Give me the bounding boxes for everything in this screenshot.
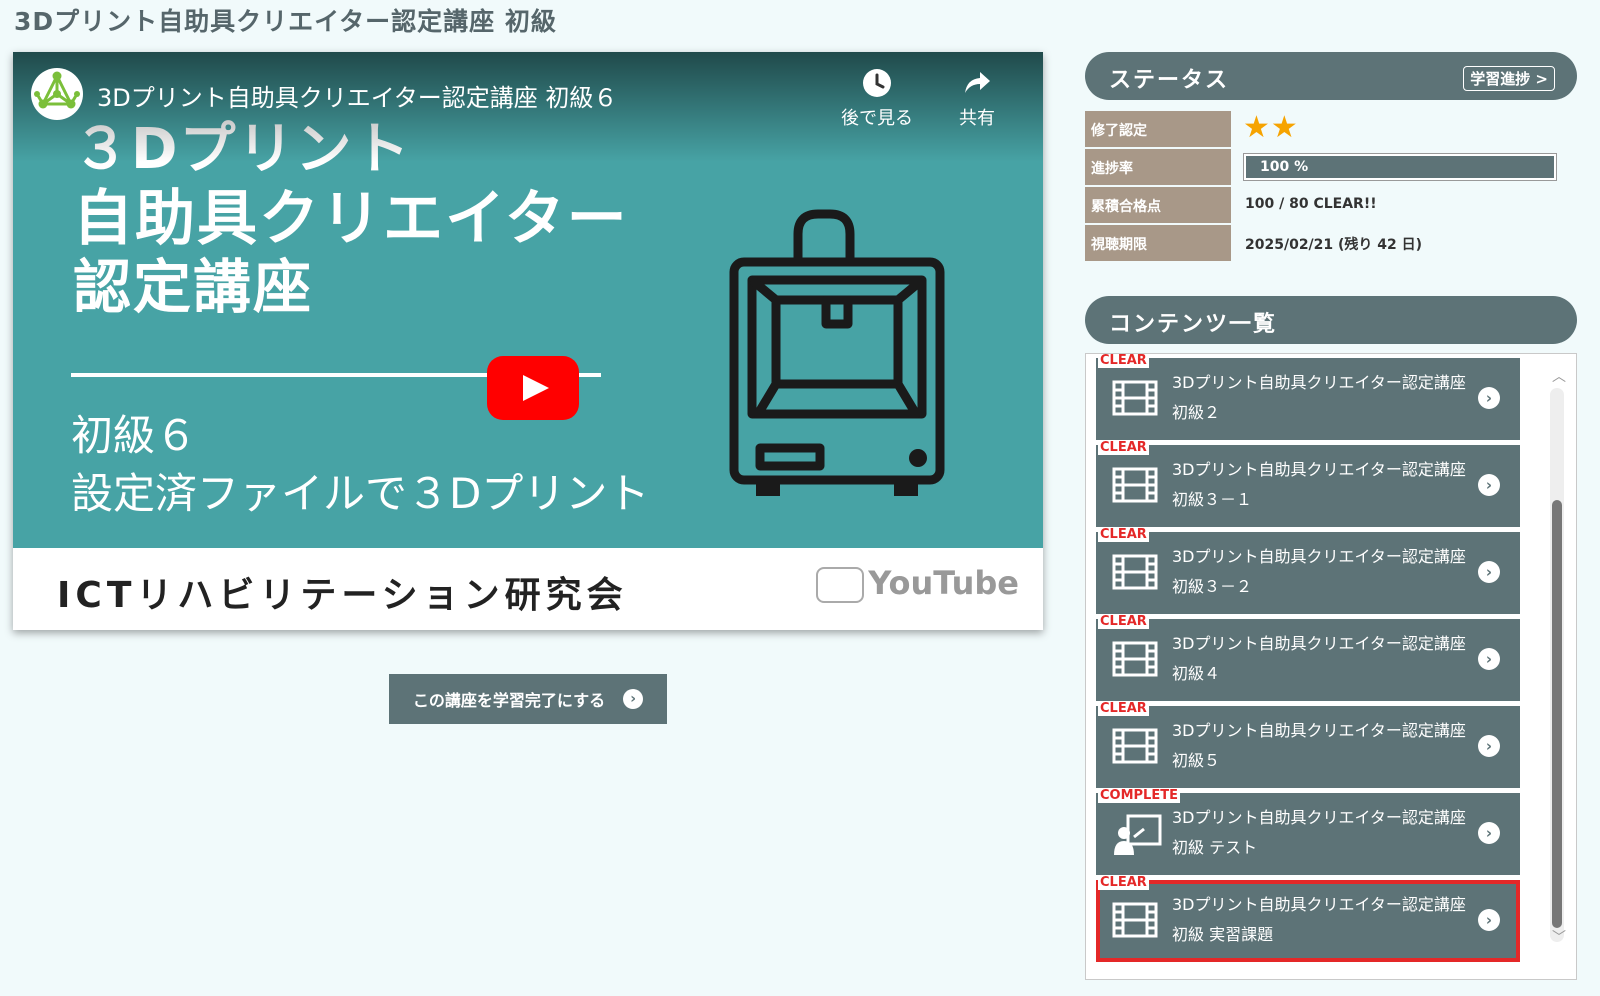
list-item-title: 3Dプリント自助具クリエイター認定講座 初級３－１ xyxy=(1172,460,1466,509)
clear-badge: CLEAR xyxy=(1098,875,1149,890)
video-title[interactable]: 3Dプリント自助具クリエイター認定講座 初級６ xyxy=(97,78,617,113)
clear-badge: CLEAR xyxy=(1098,440,1149,455)
printer-illustration xyxy=(729,209,945,496)
status-label: 進捗率 xyxy=(1085,149,1231,185)
mark-complete-label: この講座を学習完了にする xyxy=(412,691,606,710)
status-label: 視聴期限 xyxy=(1085,225,1231,261)
status-table: 修了認定 ★★ 進捗率 100 % 累積合格点 100 / 80 CLEAR!!… xyxy=(1085,111,1565,263)
list-item[interactable]: CLEAR 3Dプリント自助具クリエイター認定講座 初級５ › xyxy=(1096,702,1520,788)
film-icon xyxy=(1112,902,1158,938)
list-item[interactable]: CLEAR 3Dプリント自助具クリエイター認定講座 初級２ › xyxy=(1096,354,1520,440)
clear-badge: CLEAR xyxy=(1098,701,1149,716)
status-label: 累積合格点 xyxy=(1085,187,1231,223)
list-item-title: 3Dプリント自助具クリエイター認定講座 初級２ xyxy=(1172,373,1466,422)
contents-header: コンテンツ一覧 xyxy=(1085,296,1577,344)
video-player[interactable]: ３Dプリント 自助具クリエイター 認定講座 初級６ 設定済ファイルで３Dプリント xyxy=(13,52,1043,630)
status-row-certification: 修了認定 ★★ xyxy=(1085,111,1565,147)
status-value: 100 / 80 CLEAR!! xyxy=(1245,196,1377,212)
slide-sub-1: 初級６ xyxy=(71,411,198,460)
film-icon xyxy=(1112,467,1158,503)
youtube-watermark-text: YouTube xyxy=(868,564,1019,602)
progress-bar: 100 % xyxy=(1243,153,1557,181)
chevron-right-icon: › xyxy=(623,689,644,709)
status-row-score: 累積合格点 100 / 80 CLEAR!! xyxy=(1085,187,1565,223)
status-value: 2025/02/21 (残り 42 日) xyxy=(1245,237,1423,253)
watch-later-label: 後で見る xyxy=(841,108,913,129)
youtube-watermark[interactable]: YouTube xyxy=(816,564,1019,603)
clear-badge: CLEAR xyxy=(1098,527,1149,542)
scroll-down-icon[interactable]: ﹀ xyxy=(1552,927,1566,947)
film-icon xyxy=(1112,728,1158,764)
status-label: 修了認定 xyxy=(1085,111,1231,147)
star-rating-icon: ★★ xyxy=(1243,110,1299,145)
scroll-up-icon[interactable]: ︿ xyxy=(1552,366,1566,386)
slide-line-3: 認定講座 xyxy=(73,253,314,321)
chevron-right-icon: › xyxy=(1478,474,1500,496)
clock-icon xyxy=(863,69,891,97)
film-icon xyxy=(1112,641,1158,677)
complete-badge: COMPLETE xyxy=(1098,788,1180,803)
slide-sub-2: 設定済ファイルで３Dプリント xyxy=(71,469,650,518)
status-row-deadline: 視聴期限 2025/02/21 (残り 42 日) xyxy=(1085,225,1565,261)
molecule-icon xyxy=(34,71,80,109)
play-button[interactable] xyxy=(487,356,579,420)
list-item-title: 3Dプリント自助具クリエイター認定講座 初級 テスト xyxy=(1172,808,1466,857)
learning-progress-link[interactable]: 学習進捗 > xyxy=(1463,66,1555,91)
status-header: ステータス 学習進捗 > xyxy=(1085,52,1577,100)
channel-logo[interactable] xyxy=(31,68,83,120)
share-button[interactable]: 共有 xyxy=(959,68,995,130)
chevron-right-icon: › xyxy=(1478,909,1500,931)
chevron-right-icon: › xyxy=(1478,387,1500,409)
status-row-progress: 進捗率 100 % xyxy=(1085,149,1565,185)
list-item-title: 3Dプリント自助具クリエイター認定講座 初級５ xyxy=(1172,721,1466,770)
progress-fill: 100 % xyxy=(1246,156,1554,178)
contents-list[interactable]: CLEAR 3Dプリント自助具クリエイター認定講座 初級２ › CLEAR 3D… xyxy=(1085,353,1577,980)
clear-badge: CLEAR xyxy=(1098,353,1149,368)
share-label: 共有 xyxy=(959,108,995,129)
chevron-right-icon: › xyxy=(1478,735,1500,757)
scrollbar[interactable] xyxy=(1550,388,1564,942)
page-title: 3Dプリント自助具クリエイター認定講座 初級 xyxy=(14,7,557,36)
youtube-logo-icon xyxy=(816,567,865,603)
chevron-right-icon: › xyxy=(1478,822,1500,844)
scrollbar-thumb[interactable] xyxy=(1552,500,1562,928)
list-item[interactable]: CLEAR 3Dプリント自助具クリエイター認定講座 初級３－２ › xyxy=(1096,528,1520,614)
list-item-title: 3Dプリント自助具クリエイター認定講座 初級４ xyxy=(1172,634,1466,683)
clear-badge: CLEAR xyxy=(1098,614,1149,629)
chevron-right-icon: › xyxy=(1478,648,1500,670)
list-item-title: 3Dプリント自助具クリエイター認定講座 初級３－２ xyxy=(1172,547,1466,596)
list-item[interactable]: CLEAR 3Dプリント自助具クリエイター認定講座 初級４ › xyxy=(1096,615,1520,701)
list-item[interactable]: COMPLETE 3Dプリント自助具クリエイター認定講座 初級 テスト › xyxy=(1096,789,1520,875)
slide-footer: ICTリハビリテーション研究会 YouTube xyxy=(13,548,1043,630)
list-item[interactable]: CLEAR 3Dプリント自助具クリエイター認定講座 初級３－１ › xyxy=(1096,441,1520,527)
slide-footer-text: ICTリハビリテーション研究会 xyxy=(57,575,628,616)
film-icon xyxy=(1112,380,1158,416)
list-item-current[interactable]: CLEAR 3Dプリント自助具クリエイター認定講座 初級 実習課題 › xyxy=(1096,876,1520,962)
status-header-title: ステータス xyxy=(1109,68,1230,93)
list-item-title: 3Dプリント自助具クリエイター認定講座 初級 実習課題 xyxy=(1172,895,1466,944)
mark-complete-button[interactable]: この講座を学習完了にする › xyxy=(389,674,667,724)
film-icon xyxy=(1112,554,1158,590)
contents-header-title: コンテンツ一覧 xyxy=(1109,312,1278,337)
lecture-icon xyxy=(1114,814,1162,855)
share-icon xyxy=(965,72,990,93)
chevron-right-icon: › xyxy=(1478,561,1500,583)
watch-later-button[interactable]: 後で見る xyxy=(841,68,913,130)
